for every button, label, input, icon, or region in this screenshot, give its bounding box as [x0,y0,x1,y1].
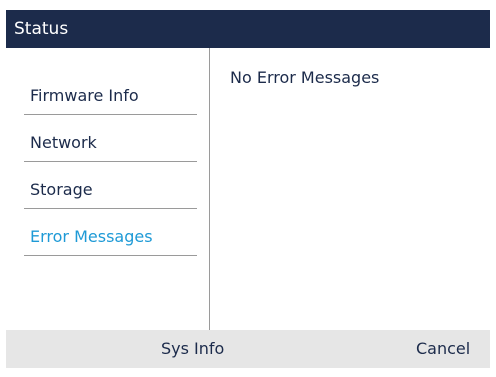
error-messages-text: No Error Messages [230,68,380,87]
cancel-button[interactable]: Cancel [416,330,470,368]
menu-item-label: Network [30,133,97,152]
status-menu: Firmware Info Network Storage Error Mess… [6,48,210,330]
menu-item-label: Storage [30,180,93,199]
menu-item-error-messages[interactable]: Error Messages [24,209,197,256]
menu-item-network[interactable]: Network [24,115,197,162]
menu-item-label: Firmware Info [30,86,139,105]
title-bar: Status [6,10,490,48]
page-title: Status [14,19,69,39]
menu-item-storage[interactable]: Storage [24,162,197,209]
sys-info-button[interactable]: Sys Info [161,330,224,368]
menu-item-label: Error Messages [30,227,153,246]
detail-pane: No Error Messages [211,48,490,330]
softkey-bar: Sys Info Cancel [6,330,490,368]
menu-item-firmware-info[interactable]: Firmware Info [24,68,197,115]
phone-screen: Status Firmware Info Network Storage Err… [6,10,490,368]
